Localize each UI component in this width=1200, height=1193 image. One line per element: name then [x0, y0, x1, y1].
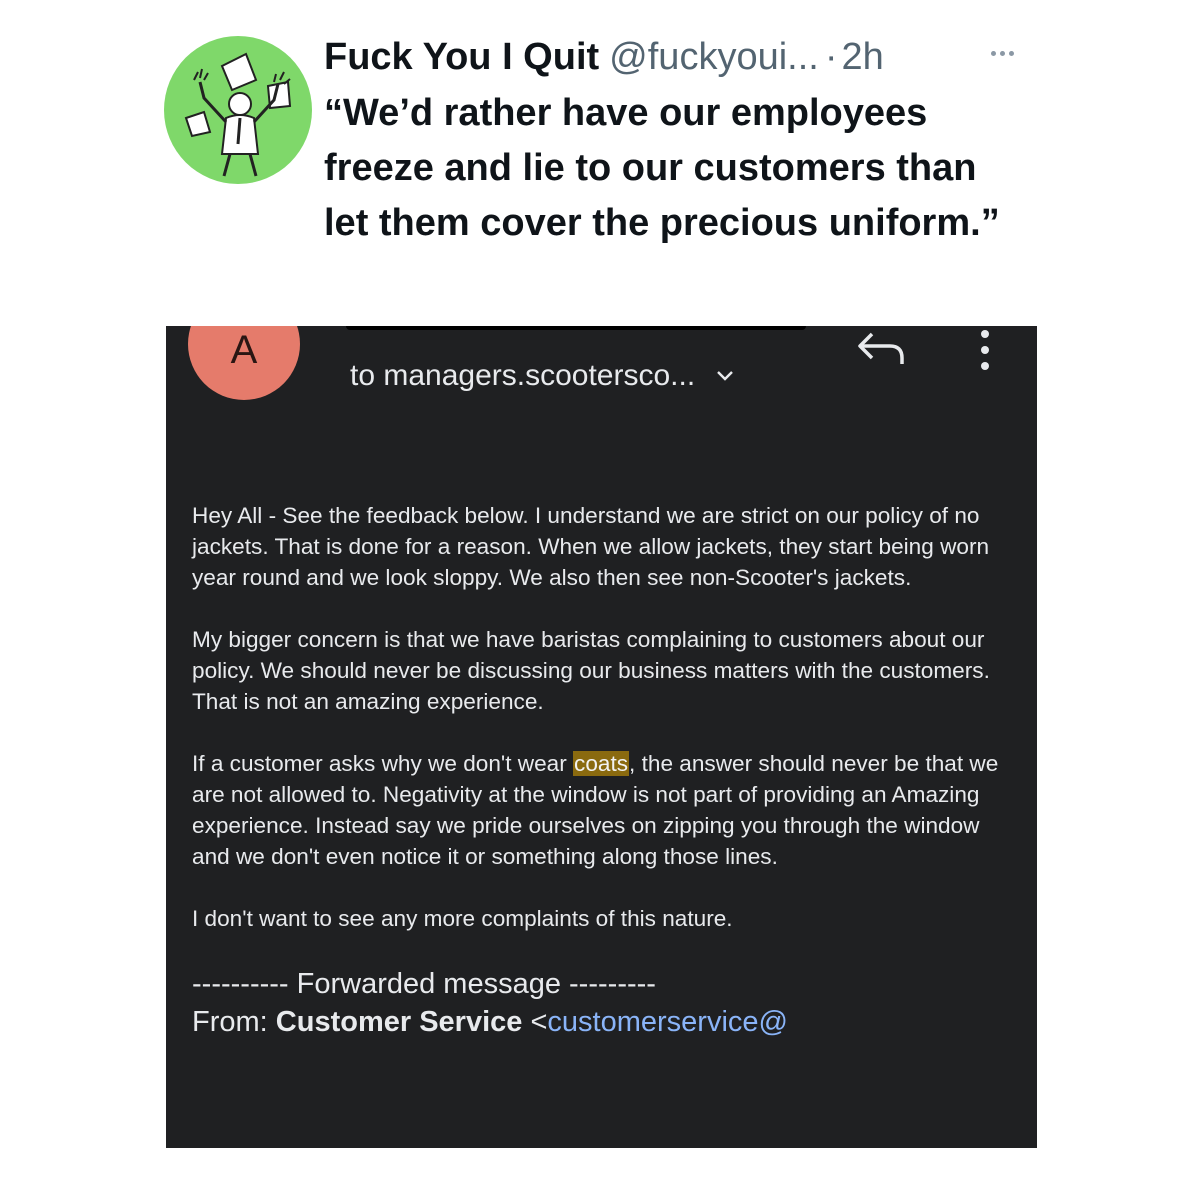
sender-avatar[interactable]: A	[188, 326, 300, 400]
from-name: Customer Service	[275, 1006, 523, 1038]
chevron-down-icon[interactable]	[715, 366, 735, 386]
from-label: From:	[192, 1006, 268, 1038]
recipient-line[interactable]: to managers.scootersco...	[350, 356, 735, 396]
profile-avatar[interactable]	[164, 36, 312, 184]
sender-initial: A	[230, 328, 258, 372]
more-vert-icon[interactable]	[978, 330, 992, 370]
forwarded-from-line: From: Customer Service <customerservice@	[192, 1003, 1012, 1041]
tweet-header: Fuck You I Quit @fuckyoui... · 2h	[324, 32, 884, 82]
highlighted-search-term: coats	[573, 751, 630, 776]
email-body: Hey All - See the feedback below. I unde…	[192, 500, 1012, 1041]
user-handle[interactable]: @fuckyoui...	[609, 32, 819, 82]
paragraph-3-start: If a customer asks why we don't wear	[192, 751, 574, 776]
separator-dot: ·	[824, 36, 838, 78]
email-paragraph-2: My bigger concern is that we have barist…	[192, 627, 990, 714]
email-paragraph-1: Hey All - See the feedback below. I unde…	[192, 503, 990, 590]
more-options-icon[interactable]	[982, 38, 1022, 68]
email-paragraph-3: If a customer asks why we don't wear coa…	[192, 748, 1012, 872]
recipient-text: to managers.scootersco...	[350, 359, 696, 392]
tweet-timestamp[interactable]: 2h	[841, 32, 883, 82]
tweet-text: “We’d rather have our employees freeze a…	[324, 92, 1000, 244]
from-email-link[interactable]: customerservice@	[547, 1006, 788, 1038]
email-paragraph-4: I don't want to see any more complaints …	[192, 906, 733, 931]
office-worker-quitting-illustration	[184, 52, 292, 177]
from-email-bracket: <	[530, 1006, 548, 1038]
cropped-subject-line	[346, 326, 806, 330]
forwarded-message-header: ---------- Forwarded message ---------	[192, 968, 656, 1000]
reply-icon[interactable]	[856, 330, 910, 366]
display-name[interactable]: Fuck You I Quit	[324, 32, 599, 82]
email-screenshot: A to managers.scootersco... Hey All - Se…	[166, 326, 1037, 1148]
